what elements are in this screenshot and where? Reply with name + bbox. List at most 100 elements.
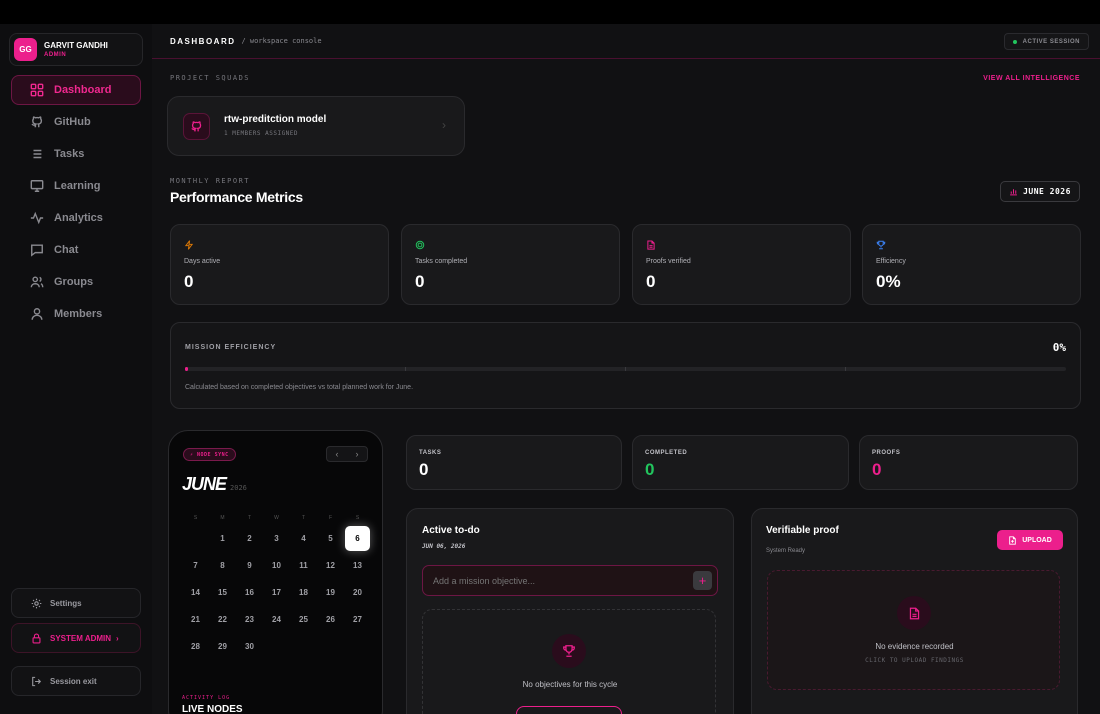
metric-card-days-active: Days active 0 — [170, 224, 389, 305]
calendar-day[interactable]: 10 — [263, 552, 290, 579]
github-icon — [191, 121, 202, 132]
sidebar-item-label: Groups — [54, 276, 94, 288]
calendar-day[interactable]: 19 — [317, 579, 344, 606]
calendar-day[interactable]: 29 — [209, 633, 236, 660]
calendar-day[interactable]: 11 — [290, 552, 317, 579]
calendar-day[interactable]: 3 — [263, 525, 290, 552]
sidebar-item-groups[interactable]: Groups — [11, 267, 141, 297]
calendar-day[interactable]: 28 — [182, 633, 209, 660]
view-all-link[interactable]: VIEW ALL INTELLIGENCE — [983, 75, 1080, 82]
calendar-day[interactable]: 17 — [263, 579, 290, 606]
session-badge: ACTIVE SESSION — [1003, 33, 1089, 50]
sidebar-item-label: Learning — [54, 180, 101, 192]
sidebar-item-label: Tasks — [54, 148, 85, 160]
todo-date: JUN 06, 2026 — [422, 543, 466, 550]
activity-icon — [30, 211, 44, 225]
calendar-day[interactable]: 7 — [182, 552, 209, 579]
system-admin-button[interactable]: SYSTEM ADMIN › — [11, 623, 141, 653]
calendar-day[interactable]: 23 — [236, 606, 263, 633]
file-icon — [646, 237, 656, 250]
weekday-header: W — [274, 515, 279, 521]
session-label: ACTIVE SESSION — [1022, 38, 1080, 45]
sidebar-item-label: Analytics — [54, 212, 103, 224]
prev-month-button[interactable]: ‹ — [327, 447, 347, 461]
calendar-blank — [182, 525, 209, 552]
metric-value: 0 — [184, 272, 194, 291]
session-exit-button[interactable]: Session exit — [11, 666, 141, 696]
sidebar-item-members[interactable]: Members — [11, 299, 141, 329]
proof-empty-title: No evidence recorded — [875, 642, 954, 651]
weekday-header: S — [193, 515, 198, 521]
bar-chart-icon — [1010, 189, 1017, 196]
calendar-day[interactable]: 13 — [344, 552, 371, 579]
mission-note: Calculated based on completed objectives… — [185, 384, 414, 391]
squad-name: rtw-preditction model — [224, 114, 327, 125]
calendar-day[interactable]: 8 — [209, 552, 236, 579]
sidebar-item-tasks[interactable]: Tasks — [11, 139, 141, 169]
calendar-day[interactable]: 30 — [236, 633, 263, 660]
calendar-day[interactable]: 14 — [182, 579, 209, 606]
create-objective-button[interactable] — [516, 706, 622, 714]
target-icon — [415, 237, 425, 250]
page-title: DASHBOARD — [170, 36, 236, 46]
calendar-day[interactable]: 12 — [317, 552, 344, 579]
calendar-day[interactable]: 21 — [182, 606, 209, 633]
calendar-day[interactable]: 1 — [209, 525, 236, 552]
calendar-day[interactable]: 4 — [290, 525, 317, 552]
lock-icon — [32, 632, 41, 644]
next-month-button[interactable]: › — [347, 447, 367, 461]
user-icon — [31, 308, 43, 320]
stat-value: 0 — [872, 460, 882, 479]
sidebar-item-analytics[interactable]: Analytics — [11, 203, 141, 233]
chevron-right-icon: › — [116, 633, 119, 643]
sidebar-nav: Dashboard GitHub Tasks Learning Analytic… — [11, 75, 141, 331]
stat-label: TASKS — [419, 450, 442, 456]
calendar-day[interactable]: 6 — [344, 525, 371, 552]
sidebar-item-chat[interactable]: Chat — [11, 235, 141, 265]
project-squads-label: PROJECT SQUADS — [170, 74, 251, 82]
activity-log-label: ACTIVITY LOG — [182, 695, 231, 701]
calendar-day[interactable]: 15 — [209, 579, 236, 606]
mission-efficiency-card: MISSION EFFICIENCY 0% Calculated based o… — [170, 322, 1081, 409]
page-subtitle: / workspace console — [241, 37, 322, 45]
stat-card-tasks: TASKS 0 — [406, 435, 622, 490]
month-selector-button[interactable]: JUNE 2026 — [1000, 181, 1080, 202]
sidebar-item-github[interactable]: GitHub — [11, 107, 141, 137]
upload-dropzone[interactable]: No evidence recorded CLICK TO UPLOAD FIN… — [767, 570, 1060, 690]
stat-value: 0 — [645, 460, 655, 479]
todo-title: Active to-do — [422, 525, 480, 536]
sidebar-item-learning[interactable]: Learning — [11, 171, 141, 201]
calendar-day[interactable]: 16 — [236, 579, 263, 606]
calendar-grid: S M T W T F S 1 2 3 4 5 6 7 8 9 10 11 12 13 14 15 16 17 18 19 20 21… — [182, 511, 371, 660]
add-objective-button[interactable]: + — [693, 571, 712, 590]
node-sync-badge: ⚡ NODE SYNC — [183, 448, 236, 461]
monitor-icon — [30, 180, 44, 192]
objective-input[interactable] — [433, 573, 683, 589]
metric-label: Proofs verified — [646, 258, 691, 265]
user-card[interactable]: GG GARVIT GANDHI ADMIN — [9, 33, 143, 66]
calendar-day[interactable]: 9 — [236, 552, 263, 579]
calendar-day[interactable]: 22 — [209, 606, 236, 633]
calendar-month: JUNE — [182, 474, 227, 494]
settings-button[interactable]: Settings — [11, 588, 141, 618]
calendar-day[interactable]: 24 — [263, 606, 290, 633]
calendar-day[interactable]: 18 — [290, 579, 317, 606]
upload-button[interactable]: UPLOAD — [997, 530, 1063, 550]
proof-title: Verifiable proof — [766, 525, 839, 536]
calendar-day[interactable]: 26 — [317, 606, 344, 633]
calendar-day[interactable]: 2 — [236, 525, 263, 552]
calendar-nav: ‹ › — [326, 446, 368, 462]
verifiable-proof-card: Verifiable proof System Ready UPLOAD No … — [751, 508, 1078, 714]
sidebar-item-label: Chat — [54, 244, 79, 256]
bolt-icon — [184, 237, 194, 250]
calendar-day[interactable]: 20 — [344, 579, 371, 606]
calendar-year: 2026 — [230, 484, 247, 492]
metric-label: Tasks completed — [415, 258, 468, 265]
performance-metrics-title: Performance Metrics — [170, 189, 303, 205]
squad-card[interactable]: rtw-preditction model 1 MEMBERS ASSIGNED… — [167, 96, 465, 156]
calendar-day[interactable]: 5 — [317, 525, 344, 552]
sidebar-item-dashboard[interactable]: Dashboard — [11, 75, 141, 105]
calendar-day[interactable]: 25 — [290, 606, 317, 633]
calendar-day[interactable]: 27 — [344, 606, 371, 633]
trophy-icon — [552, 634, 586, 668]
